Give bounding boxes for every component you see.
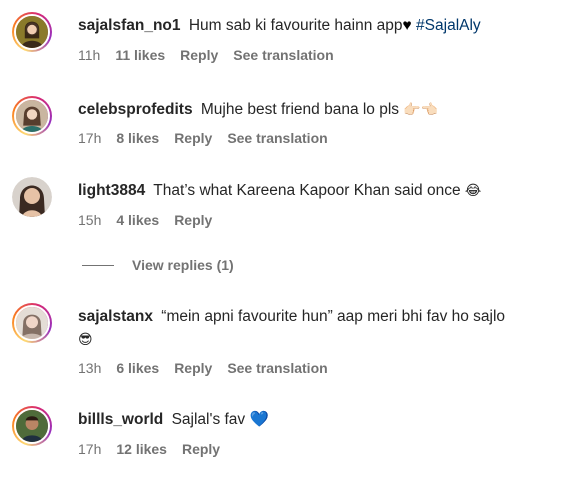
comment-meta: 15h 4 likes Reply xyxy=(78,212,212,228)
see-translation-button[interactable]: See translation xyxy=(233,47,333,63)
likes-count[interactable]: 11 likes xyxy=(115,47,165,63)
comment-text: Sajlal's fav xyxy=(171,411,246,428)
blue-heart-icon: 💙 xyxy=(249,411,269,428)
reply-button[interactable]: Reply xyxy=(174,360,212,376)
avatar[interactable] xyxy=(12,406,52,446)
timestamp: 15h xyxy=(78,212,102,228)
timestamp: 17h xyxy=(78,130,102,146)
comment-body-continued: 😎 xyxy=(78,329,93,351)
likes-count[interactable]: 6 likes xyxy=(116,360,159,376)
reply-button[interactable]: Reply xyxy=(180,47,218,63)
avatar[interactable] xyxy=(12,303,52,343)
timestamp: 11h xyxy=(78,47,101,63)
comment-text: Hum sab ki favourite hainn app xyxy=(188,17,403,34)
sunglasses-emoji-icon: 😎 xyxy=(78,332,93,348)
username[interactable]: celebsprofedits xyxy=(78,101,193,118)
comment-meta: 17h 12 likes Reply xyxy=(78,441,220,457)
comment-body: celebsprofedits Mujhe best friend bana l… xyxy=(78,99,438,121)
username[interactable]: sajalstanx xyxy=(78,308,153,325)
comment-text: Mujhe best friend bana lo pls xyxy=(200,101,400,118)
view-replies-label: View replies (1) xyxy=(132,257,234,273)
view-replies-button[interactable]: View replies (1) xyxy=(82,257,234,273)
avatar-photo-icon xyxy=(12,177,52,217)
avatar[interactable] xyxy=(12,177,52,217)
comment-body: billls_world Sajlal's fav 💙 xyxy=(78,409,269,431)
black-heart-icon: ♥ xyxy=(402,17,412,34)
avatar-photo-icon xyxy=(16,307,48,339)
comment-meta: 11h 11 likes Reply See translation xyxy=(78,47,334,63)
comment-text: That’s what Kareena Kapoor Khan said onc… xyxy=(153,182,461,199)
likes-count[interactable]: 4 likes xyxy=(116,212,159,228)
avatar-photo-icon xyxy=(16,16,48,48)
see-translation-button[interactable]: See translation xyxy=(227,130,327,146)
comment-meta: 13h 6 likes Reply See translation xyxy=(78,360,328,376)
comment-body: sajalstanx “mein apni favourite hun” aap… xyxy=(78,306,505,328)
avatar[interactable] xyxy=(12,12,52,52)
username[interactable]: billls_world xyxy=(78,411,163,428)
avatar[interactable] xyxy=(12,96,52,136)
reply-button[interactable]: Reply xyxy=(174,212,212,228)
hashtag-link[interactable]: #SajalAly xyxy=(416,17,481,34)
avatar-photo-icon xyxy=(16,100,48,132)
comment-body: sajalsfan_no1 Hum sab ki favourite hainn… xyxy=(78,15,481,37)
username[interactable]: light3884 xyxy=(78,182,145,199)
pointing-hands-emoji-icon: 👉🏻👈🏻 xyxy=(403,102,439,118)
comment-meta: 17h 8 likes Reply See translation xyxy=(78,130,328,146)
comment-text: “mein apni favourite hun” aap meri bhi f… xyxy=(161,308,506,325)
likes-count[interactable]: 8 likes xyxy=(116,130,159,146)
comment-body: light3884 That’s what Kareena Kapoor Kha… xyxy=(78,180,481,202)
likes-count[interactable]: 12 likes xyxy=(116,441,167,457)
avatar-photo-icon xyxy=(16,410,48,442)
timestamp: 13h xyxy=(78,360,102,376)
username[interactable]: sajalsfan_no1 xyxy=(78,17,181,34)
reply-button[interactable]: Reply xyxy=(174,130,212,146)
reply-button[interactable]: Reply xyxy=(182,441,220,457)
see-translation-button[interactable]: See translation xyxy=(227,360,327,376)
timestamp: 17h xyxy=(78,441,102,457)
replies-divider xyxy=(82,264,114,266)
laughing-emoji-icon: 😂 xyxy=(464,183,482,199)
